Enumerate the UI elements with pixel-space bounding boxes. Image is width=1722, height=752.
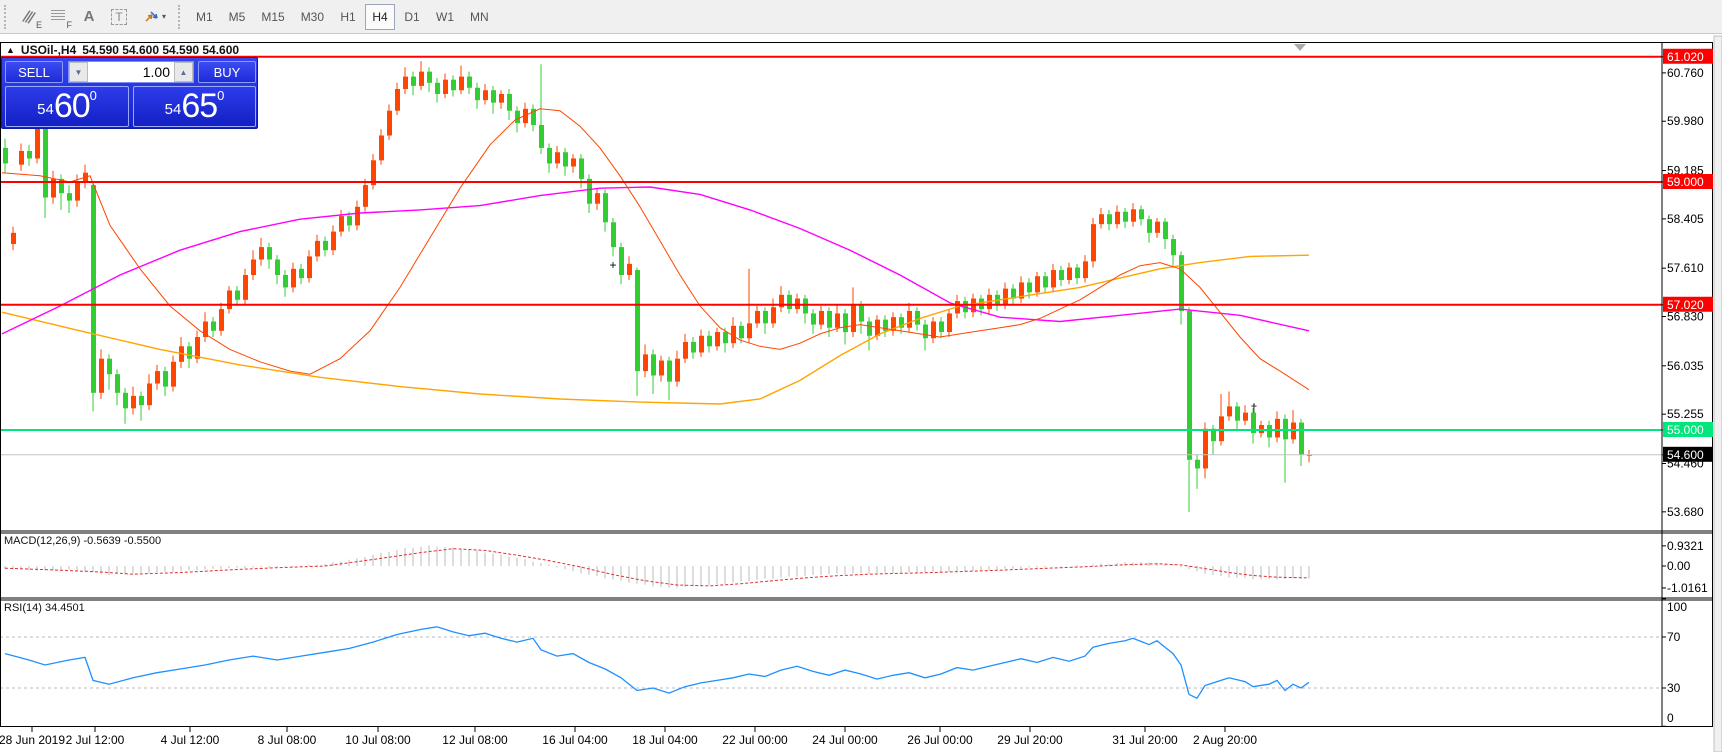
svg-text:2 Jul 12:00: 2 Jul 12:00 <box>66 733 125 747</box>
ohlc-readout: 54.590 54.600 54.590 54.600 <box>82 43 239 57</box>
arrow-objects-icon <box>142 9 162 25</box>
svg-text:24 Jul 00:00: 24 Jul 00:00 <box>812 733 878 747</box>
price-axis[interactable] <box>1663 42 1713 726</box>
symbol-period-label: USOil-,H4 <box>21 43 76 57</box>
sell-price-sup: 0 <box>90 89 97 102</box>
timeframe-button-MN[interactable]: MN <box>463 4 496 30</box>
macd-values-label: -0.5639 -0.5500 <box>83 535 161 547</box>
timeframe-button-H4[interactable]: H4 <box>365 4 395 30</box>
one-click-trade-panel: SELL ▼ ▲ BUY 54 60 0 54 65 0 <box>1 57 258 129</box>
svg-text:26 Jul 00:00: 26 Jul 00:00 <box>907 733 973 747</box>
macd-header: MACD(12,26,9) -0.5639 -0.5500 <box>4 535 161 547</box>
svg-text:61.020: 61.020 <box>1667 50 1704 64</box>
svg-text:58.405: 58.405 <box>1667 212 1704 226</box>
letter-a-icon: A <box>84 8 95 25</box>
svg-text:29 Jul 20:00: 29 Jul 20:00 <box>997 733 1063 747</box>
buy-price-display[interactable]: 54 65 0 <box>133 86 256 127</box>
timeframe-button-W1[interactable]: W1 <box>429 4 461 30</box>
macd-name-label: MACD(12,26,9) <box>4 535 80 547</box>
timeframe-button-M5[interactable]: M5 <box>222 4 253 30</box>
sell-price-big: 60 <box>54 89 90 123</box>
timeframe-button-H1[interactable]: H1 <box>333 4 363 30</box>
sell-button[interactable]: SELL <box>5 61 63 83</box>
buy-price-sup: 0 <box>217 89 224 102</box>
svg-text:31 Jul 20:00: 31 Jul 20:00 <box>1112 733 1178 747</box>
toolbar: E F A T ▾ M1M5M15M30H1H4D1W1MN <box>0 0 1722 34</box>
svg-text:16 Jul 04:00: 16 Jul 04:00 <box>542 733 608 747</box>
timeframe-button-M30[interactable]: M30 <box>294 4 331 30</box>
chevron-down-icon: ▾ <box>162 12 166 21</box>
timeframe-button-M1[interactable]: M1 <box>189 4 220 30</box>
tool-sub-label: F <box>67 20 73 30</box>
buy-price-big: 65 <box>181 89 217 123</box>
svg-text:12 Jul 08:00: 12 Jul 08:00 <box>442 733 508 747</box>
svg-text:0.9321: 0.9321 <box>1667 539 1704 553</box>
svg-text:28 Jun 2019: 28 Jun 2019 <box>0 733 65 747</box>
svg-text:2 Aug 20:00: 2 Aug 20:00 <box>1193 733 1257 747</box>
svg-text:56.035: 56.035 <box>1667 359 1704 373</box>
timeframe-button-M15[interactable]: M15 <box>254 4 291 30</box>
grid-tool-f-icon[interactable]: F <box>44 3 74 31</box>
svg-text:22 Jul 00:00: 22 Jul 00:00 <box>722 733 788 747</box>
chart-text-marker[interactable]: + <box>609 258 616 272</box>
collapse-triangle-icon[interactable]: ▲ <box>6 45 15 55</box>
buy-price-small: 54 <box>165 97 182 123</box>
svg-text:53.680: 53.680 <box>1667 505 1704 519</box>
svg-text:18 Jul 04:00: 18 Jul 04:00 <box>632 733 698 747</box>
volume-increase-button[interactable]: ▲ <box>174 62 193 82</box>
buy-button[interactable]: BUY <box>198 61 256 83</box>
rsi-name-label: RSI(14) <box>4 602 42 614</box>
sell-price-small: 54 <box>37 97 54 123</box>
chart-text-marker[interactable]: † <box>1251 401 1258 415</box>
timeframe-group: M1M5M15M30H1H4D1W1MN <box>188 4 497 30</box>
svg-text:60.760: 60.760 <box>1667 66 1704 80</box>
trade-panel-top-row: SELL ▼ ▲ BUY <box>2 60 257 84</box>
svg-text:-1.0161: -1.0161 <box>1667 581 1708 595</box>
rsi-value-label: 34.4501 <box>45 602 85 614</box>
svg-text:10 Jul 08:00: 10 Jul 08:00 <box>345 733 411 747</box>
volume-input[interactable] <box>88 62 174 82</box>
svg-text:70: 70 <box>1667 630 1681 644</box>
svg-text:30: 30 <box>1667 681 1681 695</box>
tool-sub-label: E <box>36 20 42 30</box>
grid-dots-icon <box>50 9 68 25</box>
window-right-frame <box>1714 36 1722 752</box>
svg-text:100: 100 <box>1667 600 1687 614</box>
svg-text:59.980: 59.980 <box>1667 114 1704 128</box>
svg-text:54.460: 54.460 <box>1667 456 1704 470</box>
svg-text:55.255: 55.255 <box>1667 407 1704 421</box>
svg-text:4 Jul 12:00: 4 Jul 12:00 <box>161 733 220 747</box>
toolbar-drag-handle[interactable] <box>4 5 10 29</box>
svg-text:55.000: 55.000 <box>1667 423 1704 437</box>
volume-decrease-button[interactable]: ▼ <box>69 62 88 82</box>
chart-canvas[interactable]: +†61.02060.76059.98059.18559.00058.40557… <box>0 0 1722 752</box>
pattern-tool-e-icon[interactable]: E <box>14 3 44 31</box>
volume-spinner: ▼ ▲ <box>68 61 194 83</box>
arrows-tool-icon[interactable]: ▾ <box>134 3 174 31</box>
toolbar-drag-handle[interactable] <box>178 5 184 29</box>
sell-price-display[interactable]: 54 60 0 <box>5 86 129 127</box>
chart-window-title: ▲ USOil-,H4 54.590 54.600 54.590 54.600 <box>6 43 239 57</box>
svg-text:57.610: 57.610 <box>1667 261 1704 275</box>
text-a-tool-icon[interactable]: A <box>74 3 104 31</box>
letter-t-box-icon: T <box>111 9 126 25</box>
svg-text:0: 0 <box>1667 711 1674 725</box>
svg-text:59.000: 59.000 <box>1667 175 1704 189</box>
textbox-t-tool-icon[interactable]: T <box>104 3 134 31</box>
svg-text:56.830: 56.830 <box>1667 310 1704 324</box>
timeframe-button-D1[interactable]: D1 <box>397 4 427 30</box>
svg-text:0.00: 0.00 <box>1667 559 1691 573</box>
svg-text:8 Jul 08:00: 8 Jul 08:00 <box>258 733 317 747</box>
rsi-header: RSI(14) 34.4501 <box>4 602 85 614</box>
